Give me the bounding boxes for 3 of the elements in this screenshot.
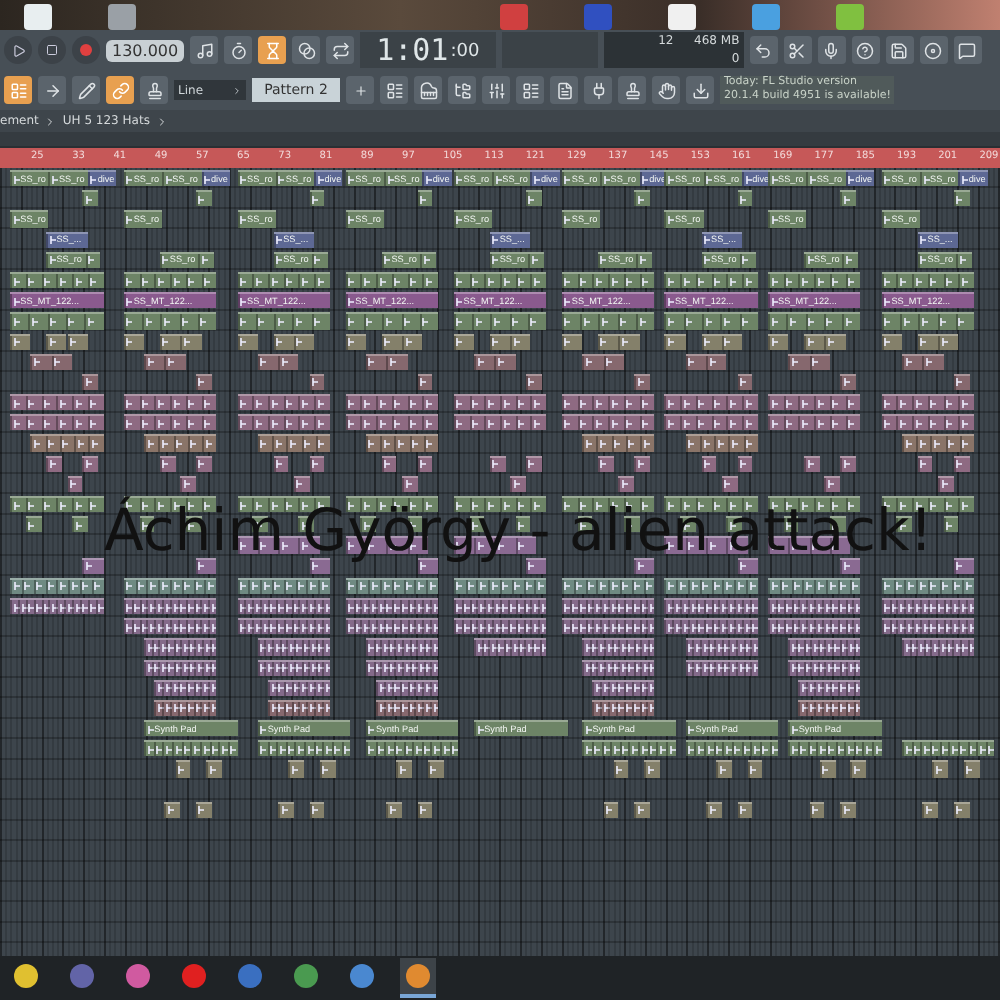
time-text: 1:01 (376, 32, 449, 68)
time-ticks: :00 (450, 40, 480, 66)
tempo-field[interactable]: 130.000 (106, 39, 185, 61)
